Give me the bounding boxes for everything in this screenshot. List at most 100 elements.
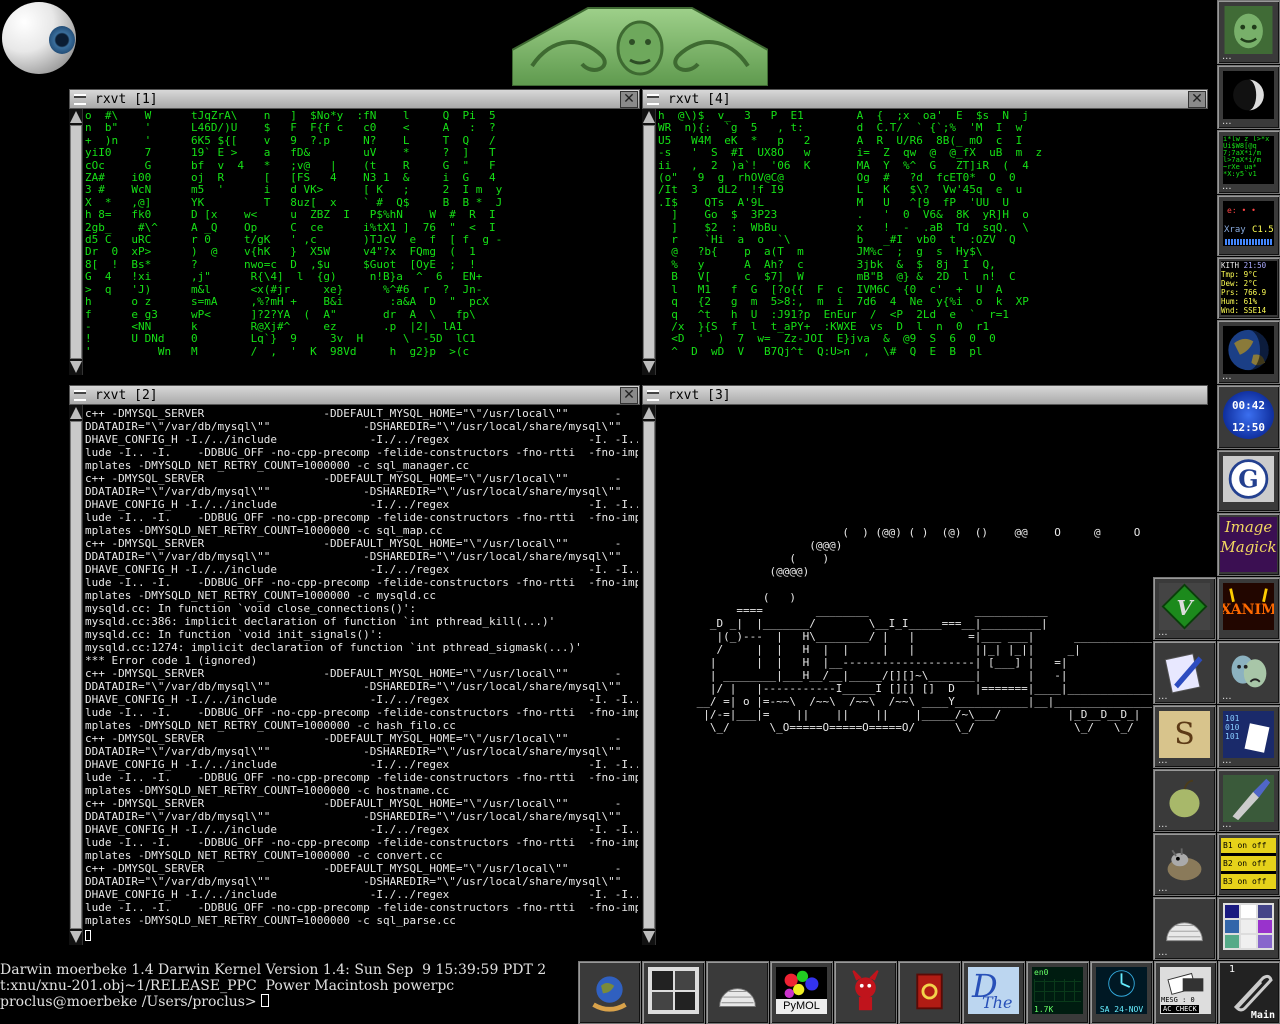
titlebar[interactable]: rxvt [3]: [642, 385, 1208, 405]
scroll-down-arrow-icon[interactable]: [643, 361, 655, 373]
terminal-window-3[interactable]: rxvt [3] ( ) (@@) ( ) (@) () @@ O @ O @ …: [642, 385, 1208, 945]
terminal-window-1[interactable]: rxvt [1] ✕ o #\ W tJqZrA\ n ] $No*y :fN …: [69, 89, 640, 375]
xray-label: Xray: [1224, 225, 1246, 235]
terminal-window-2[interactable]: rxvt [2] ✕ c++ -DMYSQL_SERVER -DDEFAULT_…: [69, 385, 640, 945]
tile-icon: [652, 971, 673, 990]
root-console-output[interactable]: Darwin moerbeke 1.4 Darwin Kernel Versio…: [0, 962, 580, 1024]
xray-dockapp[interactable]: Xray C1.5 e: • •: [1217, 195, 1280, 256]
binary-line3: 101: [1225, 732, 1240, 741]
the-editor-icon[interactable]: D The: [962, 961, 1025, 1024]
xanim-icon[interactable]: XANIM: [1217, 577, 1280, 640]
igloo-icon[interactable]: ...: [1153, 897, 1216, 960]
launcher-cell-icon[interactable]: [1257, 920, 1272, 933]
mesg-count: MESG : 0: [1161, 996, 1195, 1004]
window-grip-icon[interactable]: [74, 390, 86, 401]
terminal-output[interactable]: ( ) (@@) ( ) (@) () @@ O @ O @ O (@@@) (…: [690, 526, 1152, 945]
switch-row-b1[interactable]: B1 on off: [1221, 838, 1276, 853]
console-line-2: t:xnu/xnu-201.obj~1/RELEASE_PPC Power Ma…: [0, 978, 455, 994]
xeyes-eyeball: [2, 2, 76, 74]
close-icon[interactable]: ✕: [620, 91, 638, 108]
editor-pen-icon[interactable]: ...: [1153, 641, 1216, 704]
pymol-label: PyMOL: [776, 999, 827, 1014]
binary-card-icon[interactable]: 101 010 101 ...: [1217, 705, 1280, 768]
tile-icon: [674, 971, 695, 990]
scroll-down-arrow-icon[interactable]: [70, 931, 82, 943]
ac-check-button[interactable]: AC CHECK: [1161, 1005, 1199, 1013]
mail-check-dockapp[interactable]: MESG : 0 AC CHECK: [1154, 961, 1217, 1024]
scrollbar-thumb[interactable]: [643, 125, 655, 359]
window-grip-icon[interactable]: [74, 94, 86, 105]
scrollbar-thumb[interactable]: [70, 125, 82, 359]
imagemagick-icon[interactable]: Image Magick: [1217, 513, 1280, 576]
moon-phase-icon[interactable]: ...: [1217, 65, 1280, 129]
scroll-up-arrow-icon[interactable]: [70, 407, 82, 419]
apple-icon[interactable]: ...: [1153, 769, 1216, 832]
switch-row-b2[interactable]: B2 on off: [1221, 856, 1276, 871]
launcher-cell-icon[interactable]: [1225, 905, 1240, 918]
tile-icon: [674, 991, 695, 1010]
titlebar[interactable]: rxvt [2] ✕: [69, 385, 640, 405]
launcher-cell-icon[interactable]: [1225, 935, 1240, 948]
scroll-up-arrow-icon[interactable]: [643, 111, 655, 123]
terminal-window-4[interactable]: rxvt [4] ✕ h @\)$ v_ 3 P E1 A { ;x oa' E…: [642, 89, 1208, 375]
scroll-down-arrow-icon[interactable]: [643, 931, 655, 943]
dock-dots-icon: ...: [1222, 116, 1232, 127]
window-title: rxvt [2]: [95, 388, 158, 403]
gimp-brush-icon[interactable]: ...: [1217, 769, 1280, 832]
terminal-output[interactable]: c++ -DMYSQL_SERVER -DDEFAULT_MYSQL_HOME=…: [85, 407, 638, 945]
matrix-dockapp-icon[interactable]: i*lw z l>*x Ui$W8[@q 7;7aX*i/m l>7aX*i/m ~rX…: [1217, 130, 1280, 194]
pymol-launcher[interactable]: PyMOL: [770, 961, 833, 1024]
scroll-up-arrow-icon[interactable]: [643, 407, 655, 419]
cinematic-tiles-icon[interactable]: [642, 961, 705, 1024]
terminal-output[interactable]: h @\)$ v_ 3 P E1 A { ;x oa' E $s N j WR …: [658, 110, 1206, 375]
close-icon[interactable]: ✕: [620, 387, 638, 404]
launcher-cell-icon[interactable]: [1241, 935, 1256, 948]
imagemagick-line2: Magick: [1220, 538, 1277, 556]
launcher-cell-icon[interactable]: [1257, 935, 1272, 948]
eyeball-iris: [49, 26, 75, 54]
network-monitor-dockapp[interactable]: en0 1.7K: [1026, 961, 1089, 1024]
window-grip-icon[interactable]: [647, 390, 659, 401]
app-launcher-grid-icon[interactable]: [1217, 897, 1280, 960]
dock-dots-icon: ...: [1222, 691, 1232, 702]
titlebar[interactable]: rxvt [4] ✕: [642, 89, 1208, 109]
vim-icon[interactable]: V ...: [1153, 577, 1216, 640]
switch-panel-dockapp[interactable]: B1 on off B2 on off B3 on off: [1217, 833, 1280, 896]
bsd-daemon-icon[interactable]: [834, 961, 897, 1024]
workspace-pager-main[interactable]: 1 Main: [1218, 961, 1280, 1024]
paperclip-icon: [1233, 974, 1273, 1012]
terminal-output[interactable]: o #\ W tJqZrA\ n ] $No*y :fN l Q Pi 5 n …: [85, 110, 638, 375]
launcher-cell-icon[interactable]: [1257, 905, 1272, 918]
titlebar[interactable]: rxvt [1] ✕: [69, 89, 640, 109]
switch-b3-label: B3: [1223, 877, 1233, 886]
launcher-cell-icon[interactable]: [1225, 920, 1240, 933]
scrollbar[interactable]: [642, 109, 656, 375]
clock-date-dockapp[interactable]: SA 24-NOV: [1090, 961, 1153, 1024]
igloo-taskbar-icon[interactable]: [706, 961, 769, 1024]
launcher-cell-icon[interactable]: [1241, 905, 1256, 918]
mail-book-icon[interactable]: [898, 961, 961, 1024]
scrollbar-thumb[interactable]: [70, 421, 82, 929]
scroll-up-arrow-icon[interactable]: [70, 111, 82, 123]
dock-dots-icon: ...: [1222, 755, 1232, 766]
workspace-label: Main: [1250, 1010, 1275, 1021]
launcher-cell-icon[interactable]: [1241, 920, 1256, 933]
globe-dockapp-icon[interactable]: ...: [1217, 320, 1280, 384]
window-grip-icon[interactable]: [647, 94, 659, 105]
dock-dots-icon: ...: [1158, 627, 1168, 638]
scroll-down-arrow-icon[interactable]: [70, 361, 82, 373]
dock-green-man-icon[interactable]: ...: [1217, 0, 1280, 64]
switch-row-b3[interactable]: B3 on off: [1221, 874, 1276, 889]
weather-dockapp[interactable]: KITH 21:50 Tmp: 9°C Dew: 2°C Prs: 766.9 …: [1217, 257, 1280, 319]
close-icon[interactable]: ✕: [1188, 91, 1206, 108]
scrollbar-thumb[interactable]: [643, 421, 655, 929]
drama-masks-icon[interactable]: ...: [1217, 641, 1280, 704]
scrollbar[interactable]: [642, 405, 656, 945]
scrollbar[interactable]: [69, 405, 83, 945]
sunrise-sunset-dockapp[interactable]: 00:42 12:50: [1217, 385, 1280, 449]
earth-hand-icon[interactable]: [578, 961, 641, 1024]
scrollbar[interactable]: [69, 109, 83, 375]
gnucash-g-icon[interactable]: G: [1217, 450, 1280, 512]
s-scroll-icon[interactable]: S ...: [1153, 705, 1216, 768]
gimp-wilber-icon[interactable]: ...: [1153, 833, 1216, 896]
